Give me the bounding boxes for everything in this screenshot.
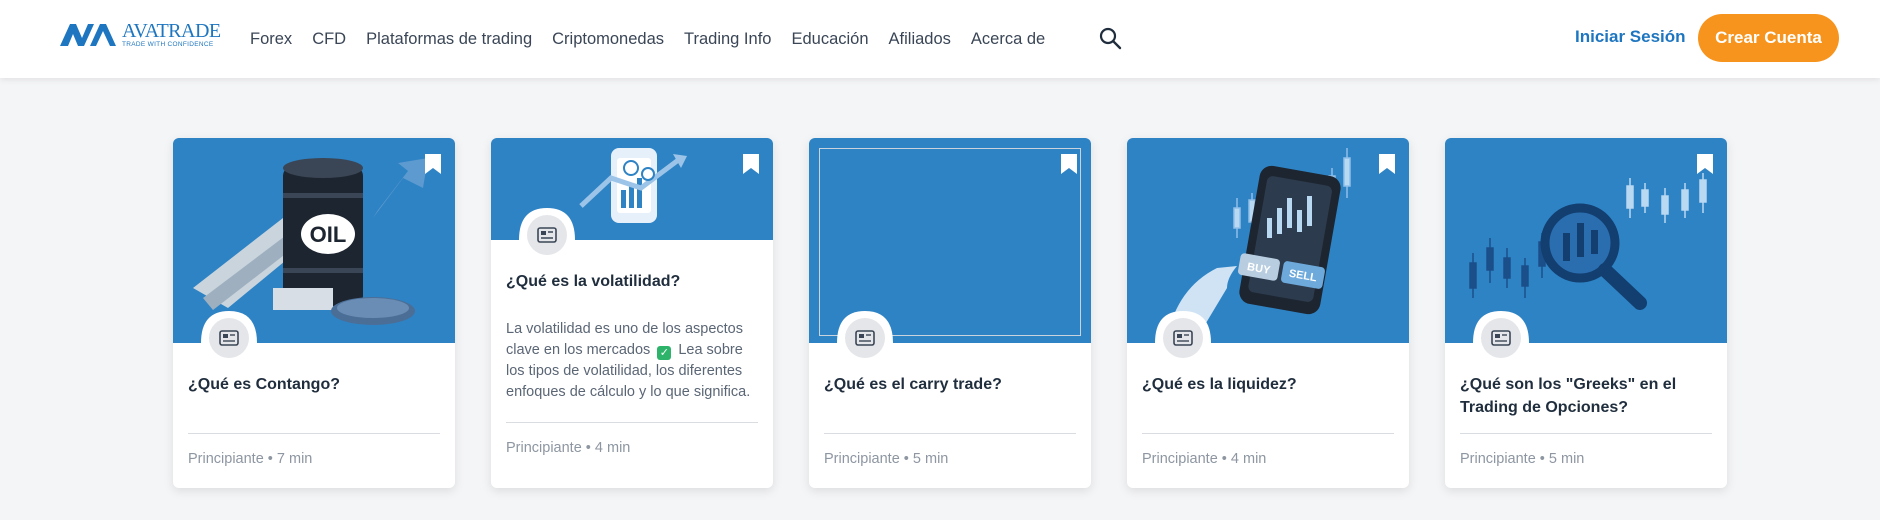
logo[interactable]: AVATRADE TRADE WITH CONFIDENCE [60, 20, 221, 50]
card-title[interactable]: ¿Qué es el carry trade? [824, 373, 1076, 396]
nav-item-criptomonedas[interactable]: Criptomonedas [552, 30, 664, 49]
card-meta: Principiante • 7 min [188, 451, 312, 467]
card-duration: 5 min [912, 451, 949, 467]
newspaper-icon [1491, 330, 1511, 346]
card-divider [1460, 433, 1712, 434]
article-card-contango[interactable]: OIL ¿Qué es Contango? Principiante • 7 m… [173, 138, 455, 488]
card-description: La volatilidad es uno de los aspectos cl… [506, 319, 762, 403]
article-type-badge [209, 318, 249, 358]
card-meta: Principiante • 4 min [1142, 451, 1266, 467]
card-duration: 5 min [1548, 451, 1585, 467]
logo-tagline: TRADE WITH CONFIDENCE [122, 41, 214, 48]
logo-name: AVATRADE [122, 20, 221, 42]
newspaper-icon [855, 330, 875, 346]
meta-separator: • [903, 451, 909, 467]
article-type-badge [845, 318, 885, 358]
svg-text:OIL: OIL [310, 222, 347, 247]
article-card-greeks[interactable]: ¿Qué son los "Greeks" en el Trading de O… [1445, 138, 1727, 488]
card-level: Principiante [188, 451, 264, 467]
card-image [1445, 138, 1727, 343]
card-image [809, 138, 1091, 343]
site-header: AVATRADE TRADE WITH CONFIDENCE Forex CFD… [0, 0, 1880, 78]
meta-separator: • [1539, 451, 1545, 467]
card-level: Principiante [824, 451, 900, 467]
bookmark-icon[interactable] [425, 154, 441, 174]
article-card-volatilidad[interactable]: ¿Qué es la volatilidad? La volatilidad e… [491, 138, 773, 488]
nav-item-plataformas[interactable]: Plataformas de trading [366, 30, 532, 49]
card-duration: 4 min [594, 440, 631, 456]
bookmark-icon[interactable] [743, 154, 759, 174]
card-meta: Principiante • 5 min [824, 451, 948, 467]
meta-separator: • [267, 451, 273, 467]
card-meta: Principiante • 4 min [506, 440, 630, 456]
card-image: OIL [173, 138, 455, 343]
card-divider [1142, 433, 1394, 434]
checkmark-icon: ✓ [657, 346, 672, 360]
article-card-carry-trade[interactable]: ¿Qué es el carry trade? Principiante • 5… [809, 138, 1091, 488]
card-level: Principiante [506, 440, 582, 456]
card-divider [824, 433, 1076, 434]
article-type-badge [1481, 318, 1521, 358]
card-title[interactable]: ¿Qué es Contango? [188, 373, 440, 396]
bookmark-icon[interactable] [1697, 154, 1713, 174]
article-type-badge [1163, 318, 1203, 358]
card-image: BUY SELL [1127, 138, 1409, 343]
article-type-badge [527, 215, 567, 255]
card-level: Principiante [1460, 451, 1536, 467]
bookmark-icon[interactable] [1379, 154, 1395, 174]
main-nav: Forex CFD Plataformas de trading Criptom… [250, 0, 1065, 78]
card-title[interactable]: ¿Qué son los "Greeks" en el Trading de O… [1460, 373, 1712, 419]
nav-item-educacion[interactable]: Educación [791, 30, 868, 49]
login-link[interactable]: Iniciar Sesión [1575, 27, 1686, 47]
card-level: Principiante [1142, 451, 1218, 467]
nav-item-cfd[interactable]: CFD [312, 30, 346, 49]
meta-separator: • [585, 440, 591, 456]
article-card-liquidez[interactable]: BUY SELL ¿Qué es la liquidez? Principian… [1127, 138, 1409, 488]
card-divider [188, 433, 440, 434]
card-meta: Principiante • 5 min [1460, 451, 1584, 467]
signup-button[interactable]: Crear Cuenta [1698, 14, 1839, 62]
card-duration: 4 min [1230, 451, 1267, 467]
logo-mark-icon [60, 24, 116, 46]
card-title[interactable]: ¿Qué es la volatilidad? [506, 270, 758, 293]
newspaper-icon [1173, 330, 1193, 346]
nav-item-forex[interactable]: Forex [250, 30, 292, 49]
nav-item-afiliados[interactable]: Afiliados [889, 30, 951, 49]
bookmark-icon[interactable] [1061, 154, 1077, 174]
card-divider [506, 422, 758, 423]
meta-separator: • [1221, 451, 1227, 467]
card-title[interactable]: ¿Qué es la liquidez? [1142, 373, 1394, 396]
newspaper-icon [219, 330, 239, 346]
nav-item-acerca-de[interactable]: Acerca de [971, 30, 1045, 49]
search-icon[interactable] [1098, 26, 1122, 50]
card-duration: 7 min [276, 451, 313, 467]
newspaper-icon [537, 227, 557, 243]
nav-item-trading-info[interactable]: Trading Info [684, 30, 771, 49]
